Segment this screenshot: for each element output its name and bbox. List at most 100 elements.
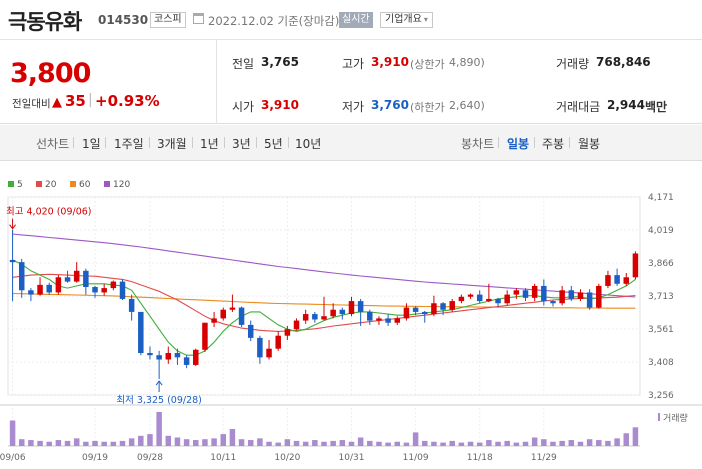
change-percent: +0.93% xyxy=(95,92,160,110)
y-axis: 4,171 4,019 3,866 3,713 3,561 3,408 3,256 xyxy=(648,193,674,401)
open-label: 시가 xyxy=(232,100,255,114)
volume-bar xyxy=(64,440,71,446)
open-value: 3,910 xyxy=(261,98,299,112)
candle-body xyxy=(183,357,190,365)
candle-body xyxy=(247,324,254,338)
tab-separator xyxy=(569,137,570,148)
candle-body xyxy=(412,307,419,312)
y-tick-label: 3,561 xyxy=(648,325,674,335)
change-value: 35 xyxy=(65,92,86,110)
volume-bar xyxy=(275,442,281,446)
candle-body xyxy=(541,285,547,302)
candle-body xyxy=(193,349,199,365)
tab-daily[interactable]: 일봉 xyxy=(507,135,529,152)
tab-3year[interactable]: 3년 xyxy=(232,135,251,152)
volume-bar xyxy=(28,440,34,446)
volume-value: 768,846 xyxy=(596,55,651,69)
candle-body xyxy=(367,311,373,321)
volume-bar xyxy=(174,437,181,446)
company-overview-button[interactable]: 기업개요 ▾ xyxy=(380,12,433,28)
legend-ma120[interactable]: 120 xyxy=(104,180,130,190)
y-tick-label: 3,408 xyxy=(648,358,674,368)
volume-bars: 거래량 xyxy=(9,412,688,446)
volume-bar xyxy=(92,440,98,446)
tab-5year[interactable]: 5년 xyxy=(264,135,283,152)
volume-bar xyxy=(220,434,226,446)
candle-body xyxy=(422,311,428,315)
volume-bar xyxy=(531,437,538,446)
x-tick-label: 11/09 xyxy=(403,453,429,463)
legend-ma60[interactable]: 60 xyxy=(70,180,90,190)
volume-bar xyxy=(376,441,382,446)
stock-code: 014530 xyxy=(98,13,149,27)
candle-body xyxy=(275,335,281,349)
volume-bar xyxy=(193,440,199,446)
volume-bar xyxy=(522,441,529,446)
x-axis: 09/06 09/19 09/28 10/11 10/20 10/31 11/09 11/18… xyxy=(0,453,557,463)
volume-bar xyxy=(247,440,254,446)
candle-body xyxy=(202,322,208,350)
candle-body xyxy=(458,296,465,302)
candlesticks xyxy=(9,229,639,379)
company-overview-label: 기업개요 xyxy=(385,14,422,25)
tab-1day[interactable]: 1일 xyxy=(82,135,101,152)
stock-price-chart[interactable]: 4,171 4,019 3,866 3,713 3,561 3,408 3,256 최고 4… xyxy=(0,190,702,469)
volume-bar xyxy=(46,441,52,446)
date-text: 2022.12.02 기준(장마감) xyxy=(208,14,340,28)
volume-bar xyxy=(614,438,620,446)
tab-separator xyxy=(192,137,193,148)
volume-bar xyxy=(37,440,43,446)
tab-3month[interactable]: 3개월 xyxy=(157,135,187,152)
green-square-icon xyxy=(8,181,14,187)
chevron-down-icon: ▾ xyxy=(423,15,428,24)
realtime-button[interactable]: 실시간 xyxy=(339,12,373,28)
amount-label: 거래대금 xyxy=(556,100,601,114)
legend-ma5[interactable]: 5 xyxy=(8,180,23,190)
legend-ma20[interactable]: 20 xyxy=(36,180,56,190)
candle-body xyxy=(605,275,611,286)
red-square-icon xyxy=(36,181,42,187)
volume-bar xyxy=(513,442,520,446)
candle-body xyxy=(156,355,162,360)
candle-body xyxy=(302,314,309,321)
candle-chart-label: 봉차트 xyxy=(461,137,495,151)
tab-weekly[interactable]: 주봉 xyxy=(542,135,564,152)
candle-body xyxy=(577,292,584,299)
high-value: 3,910 xyxy=(371,55,409,69)
volume-bar xyxy=(632,427,639,446)
volume-bar xyxy=(83,441,89,446)
volume-bar xyxy=(394,441,401,446)
candle-body xyxy=(18,262,25,291)
volume-bar xyxy=(458,442,465,446)
volume-bar xyxy=(385,442,391,446)
volume-bar xyxy=(147,434,153,446)
candle-body xyxy=(238,307,245,325)
volume-bar xyxy=(119,440,126,446)
candle-body xyxy=(55,277,62,293)
x-tick-label: 09/06 xyxy=(0,453,26,463)
volume-label: 거래량 xyxy=(556,57,590,71)
volume-bar xyxy=(605,440,611,446)
tab-monthly[interactable]: 월봉 xyxy=(578,135,600,152)
volume-bar xyxy=(495,441,501,446)
candle-body xyxy=(211,318,217,323)
volume-bar xyxy=(138,435,144,446)
candle-body xyxy=(614,275,620,284)
tab-10year[interactable]: 10년 xyxy=(295,135,321,152)
y-tick-label: 3,866 xyxy=(648,259,674,269)
tab-separator xyxy=(534,137,535,148)
candle-body xyxy=(403,307,410,319)
volume-bar xyxy=(596,440,602,446)
candle-body xyxy=(165,353,172,360)
upper-limit-label: (상한가 xyxy=(410,58,445,71)
volume-bar xyxy=(440,442,446,446)
y-tick-label: 4,171 xyxy=(648,193,674,203)
tab-1week[interactable]: 1주일 xyxy=(114,135,144,152)
volume-bar xyxy=(367,440,373,446)
tab-1year[interactable]: 1년 xyxy=(200,135,219,152)
volume-bar xyxy=(623,433,630,446)
candle-body xyxy=(312,314,318,320)
up-arrow-icon: ▲ xyxy=(52,95,62,110)
candle-body xyxy=(174,353,181,358)
candle-body xyxy=(9,259,16,263)
